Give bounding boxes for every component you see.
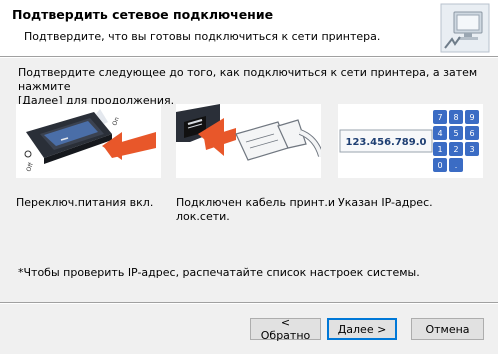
keypad-key-label: 4	[437, 129, 442, 138]
next-button[interactable]: Далее >	[327, 318, 397, 340]
intro-line-1: Подтвердите следующее до того, как подкл…	[18, 66, 478, 93]
cable-caption-line-2: лок.сети.	[176, 210, 230, 223]
network-cable-icon	[176, 104, 321, 161]
page-subtitle: Подтвердите, что вы готовы подключиться …	[24, 30, 381, 43]
keypad-key-label: 6	[469, 129, 474, 138]
step-caption-cable: Подключен кабель принт.и лок.сети.	[176, 196, 335, 224]
keypad-key-label: 8	[453, 113, 458, 122]
footer-divider-highlight	[0, 303, 498, 304]
page-title: Подтвердить сетевое подключение	[12, 7, 274, 22]
keypad-key-label: 3	[469, 145, 474, 154]
cancel-button[interactable]: Отмена	[411, 318, 484, 340]
keypad-key-label: 1	[437, 145, 442, 154]
keypad-key-label: 5	[453, 129, 458, 138]
back-button[interactable]: < Обратно	[250, 316, 321, 342]
keypad-key-label: 9	[469, 113, 474, 122]
wizard-header: Подтвердить сетевое подключение Подтверд…	[0, 0, 498, 56]
header-divider-highlight	[0, 57, 498, 58]
keypad-key-label: 2	[453, 145, 458, 154]
keypad-key-label: 0	[437, 161, 442, 170]
keypad-key-label: 7	[437, 113, 442, 122]
power-switch-icon: On Off	[24, 109, 156, 173]
ip-address-text: 123.456.789.0	[346, 137, 427, 148]
step-caption-power: Переключ.питания вкл.	[16, 196, 154, 209]
cable-caption-line-1: Подключен кабель принт.и	[176, 196, 336, 209]
ip-note: *Чтобы проверить IP-адрес, распечатайте …	[18, 266, 420, 279]
step-caption-ip: Указан IP-адрес.	[338, 196, 433, 209]
keypad: 7 8 9 4 5 6 1 2 3 0.	[433, 110, 479, 172]
power-switch-illustration: On Off	[16, 104, 161, 178]
ip-address-illustration: 123.456.789.0 7 8 9 4 5 6 1 2 3 0.	[338, 104, 483, 178]
intro-text: Подтвердите следующее до того, как подкл…	[18, 66, 488, 108]
switch-on-label: On	[111, 116, 121, 127]
switch-off-label: Off	[25, 161, 35, 173]
ip-keypad-icon: 123.456.789.0 7 8 9 4 5 6 1 2 3 0.	[339, 110, 479, 172]
network-cable-illustration	[176, 104, 321, 178]
network-computer-icon	[440, 3, 490, 53]
keypad-key-label: .	[455, 161, 458, 170]
